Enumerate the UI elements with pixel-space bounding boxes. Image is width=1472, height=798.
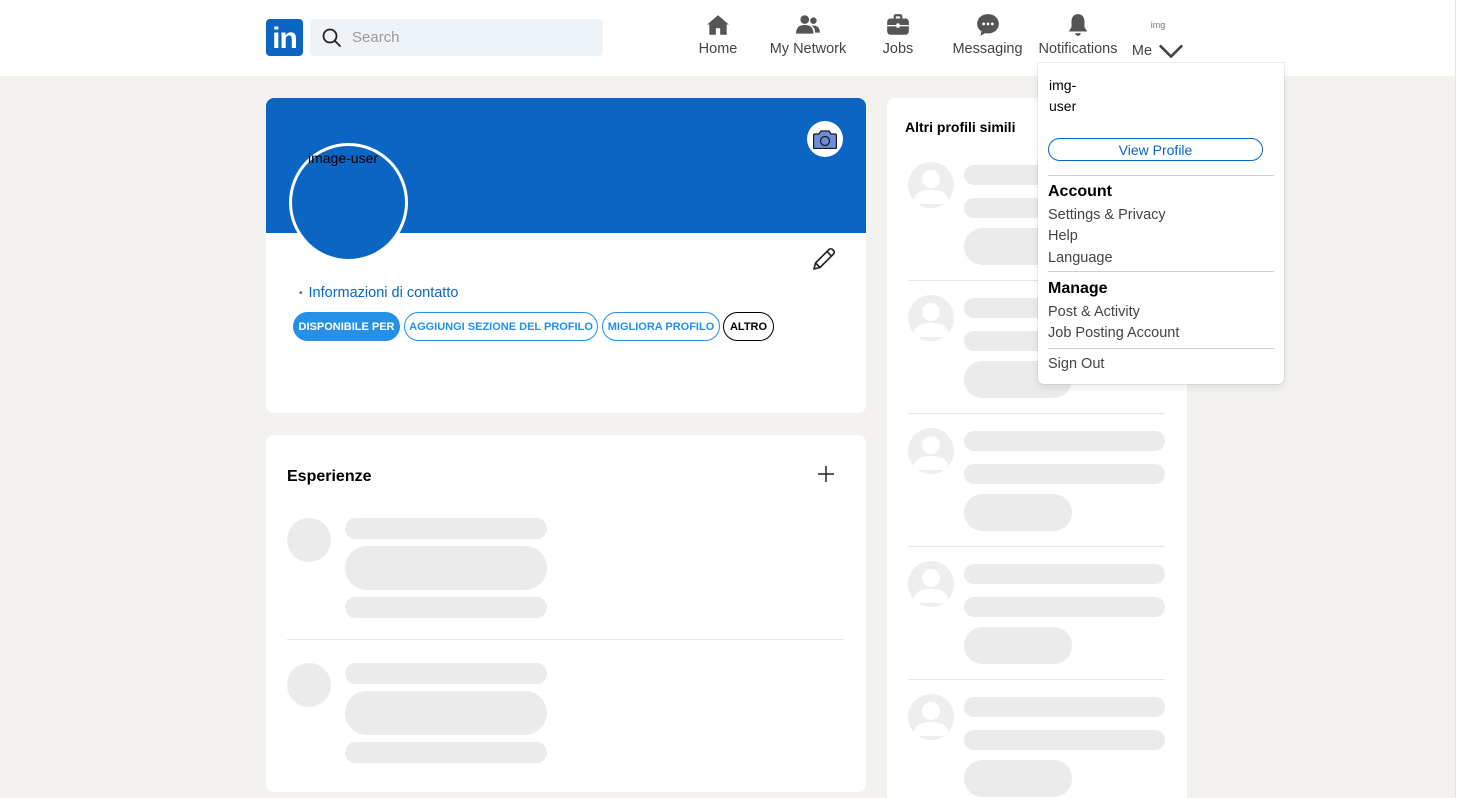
chat-icon <box>976 14 999 36</box>
nav-home-label: Home <box>698 41 738 57</box>
skeleton-line <box>964 697 1165 717</box>
pencil-icon[interactable] <box>811 246 837 272</box>
skeleton-line <box>964 597 1165 617</box>
post-activity-link[interactable]: Post & Activity <box>1048 304 1140 320</box>
open-to-button[interactable]: DISPONIBILE PER <box>293 312 400 341</box>
menu-divider <box>1048 271 1274 272</box>
skeleton-line <box>345 742 547 763</box>
person-placeholder-icon <box>908 561 954 607</box>
divider <box>908 413 1165 414</box>
skeleton-avatar <box>287 663 331 707</box>
settings-privacy-link[interactable]: Settings & Privacy <box>1048 207 1166 223</box>
profile-card: image-user • Informazioni di contatto DIS… <box>266 98 866 413</box>
person-placeholder-icon <box>908 295 954 341</box>
menu-avatar[interactable]: img- user <box>1049 75 1109 117</box>
search-input[interactable] <box>352 29 582 46</box>
skeleton-line <box>345 546 547 590</box>
linkedin-logo[interactable]: in <box>266 19 303 56</box>
bullet-dot: • <box>299 287 303 299</box>
nav-me-label: Me <box>1132 38 1184 64</box>
search-icon <box>322 28 341 47</box>
search-bar[interactable] <box>310 19 603 56</box>
edit-banner-button[interactable] <box>807 121 843 157</box>
more-button[interactable]: ALTRO <box>723 312 774 341</box>
nav-me[interactable]: img Me <box>1132 12 1184 64</box>
skeleton-line <box>345 691 547 735</box>
add-icon[interactable] <box>817 465 835 483</box>
similar-profiles-title: Altri profili simili <box>905 119 1016 135</box>
experience-title: Esperienze <box>287 468 372 485</box>
divider <box>908 546 1165 547</box>
account-heading: Account <box>1048 183 1112 200</box>
menu-divider <box>1048 348 1274 349</box>
experience-card: Esperienze <box>266 435 866 792</box>
skeleton-avatar <box>287 518 331 562</box>
bell-icon <box>1068 14 1088 36</box>
me-avatar[interactable]: img <box>1145 12 1171 35</box>
nav-notifications[interactable]: Notifications <box>1035 12 1121 64</box>
skeleton-line <box>964 431 1165 451</box>
divider <box>908 679 1165 680</box>
job-posting-account-link[interactable]: Job Posting Account <box>1048 325 1179 341</box>
nav-notifications-label: Notifications <box>1038 41 1118 57</box>
manage-heading: Manage <box>1048 280 1108 297</box>
divider <box>287 639 844 640</box>
menu-avatar-alt-2: user <box>1049 98 1077 114</box>
language-link[interactable]: Language <box>1048 250 1113 266</box>
help-link[interactable]: Help <box>1048 228 1078 244</box>
nav-home[interactable]: Home <box>697 12 739 64</box>
menu-avatar-alt-1: img- <box>1049 77 1077 93</box>
camera-icon <box>813 130 837 149</box>
skeleton-line <box>964 760 1072 797</box>
nav-jobs[interactable]: Jobs <box>878 12 918 64</box>
me-label-text: Me <box>1131 42 1153 59</box>
skeleton-line <box>964 730 1165 750</box>
person-placeholder-icon <box>908 428 954 474</box>
profile-avatar-alt: image-user <box>308 150 379 166</box>
briefcase-icon <box>887 14 909 35</box>
skeleton-line <box>345 597 547 618</box>
add-profile-section-button[interactable]: AGGIUNGI SEZIONE DEL PROFILO <box>404 312 598 341</box>
skeleton-line <box>964 564 1165 584</box>
people-icon <box>796 15 820 34</box>
menu-divider <box>1048 175 1274 176</box>
scrollbar[interactable] <box>1455 0 1472 798</box>
view-profile-button[interactable]: View Profile <box>1048 138 1263 161</box>
nav-my-network-label: My Network <box>769 41 847 57</box>
person-placeholder-icon <box>908 162 954 208</box>
contact-info-link[interactable]: • Informazioni di contatto <box>299 285 458 301</box>
nav-my-network[interactable]: My Network <box>766 12 850 64</box>
enhance-profile-button[interactable]: MIGLIORA PROFILO <box>602 312 720 341</box>
me-dropdown-menu: img- user View Profile Account Settings … <box>1038 63 1284 384</box>
nav-jobs-label: Jobs <box>882 41 914 57</box>
person-placeholder-icon <box>908 694 954 740</box>
sign-out-link[interactable]: Sign Out <box>1048 356 1104 372</box>
skeleton-line <box>964 494 1072 531</box>
chevron-down-icon <box>1159 44 1184 59</box>
skeleton-line <box>964 464 1165 484</box>
skeleton-line <box>964 627 1072 664</box>
nav-messaging[interactable]: Messaging <box>950 12 1025 64</box>
skeleton-line <box>345 518 547 539</box>
home-icon <box>707 15 729 35</box>
nav-messaging-label: Messaging <box>952 41 1023 57</box>
skeleton-line <box>345 663 547 684</box>
contact-info-label[interactable]: Informazioni di contatto <box>309 285 459 301</box>
